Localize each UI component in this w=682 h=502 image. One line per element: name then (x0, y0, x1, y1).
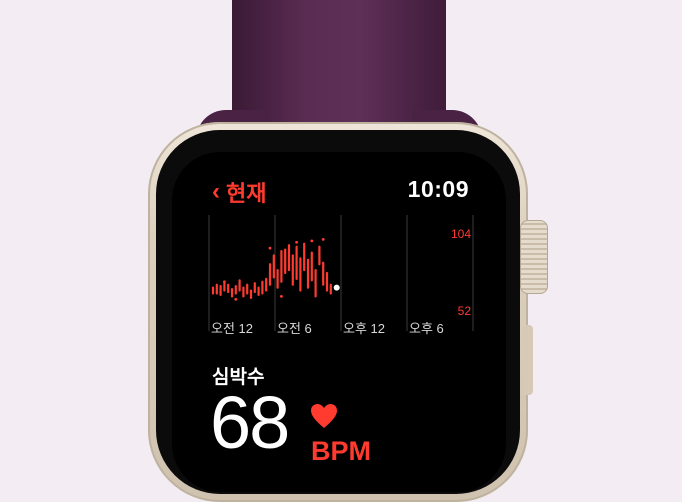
clock-time: 10:09 (407, 176, 469, 202)
current-reading-marker (333, 284, 340, 291)
sample-dot (280, 294, 283, 298)
sample-dot (321, 237, 325, 241)
sample-dot (310, 239, 314, 243)
heart-rate-chart: 오전 12 오전 6 오후 12 오후 6 104 52 (208, 215, 474, 336)
back-label: 현재 (226, 181, 267, 206)
y-max-label: 104 (451, 227, 471, 241)
x-tick-label: 오후 12 (343, 321, 385, 336)
x-tick-label: 오전 6 (277, 321, 312, 336)
x-tick-label: 오전 12 (211, 321, 253, 336)
chart-bars (211, 237, 340, 301)
sample-dot (295, 240, 298, 244)
heart-rate-unit: BPM (311, 436, 371, 466)
x-tick-label: 오후 6 (409, 321, 444, 336)
sample-dot (223, 280, 226, 284)
chart-grid (208, 215, 474, 331)
heart-rate-value: 68 (210, 381, 290, 464)
chart-ticks: 오전 12 오전 6 오후 12 오후 6 (211, 321, 444, 336)
side-button[interactable] (523, 325, 533, 395)
sample-dot (234, 297, 238, 301)
y-min-label: 52 (458, 304, 472, 318)
sample-dot (268, 246, 272, 250)
back-button[interactable]: ‹ 현재 (212, 176, 266, 208)
chevron-left-icon: ‹ (212, 178, 220, 205)
heart-icon (311, 404, 337, 428)
digital-crown[interactable] (520, 220, 548, 294)
